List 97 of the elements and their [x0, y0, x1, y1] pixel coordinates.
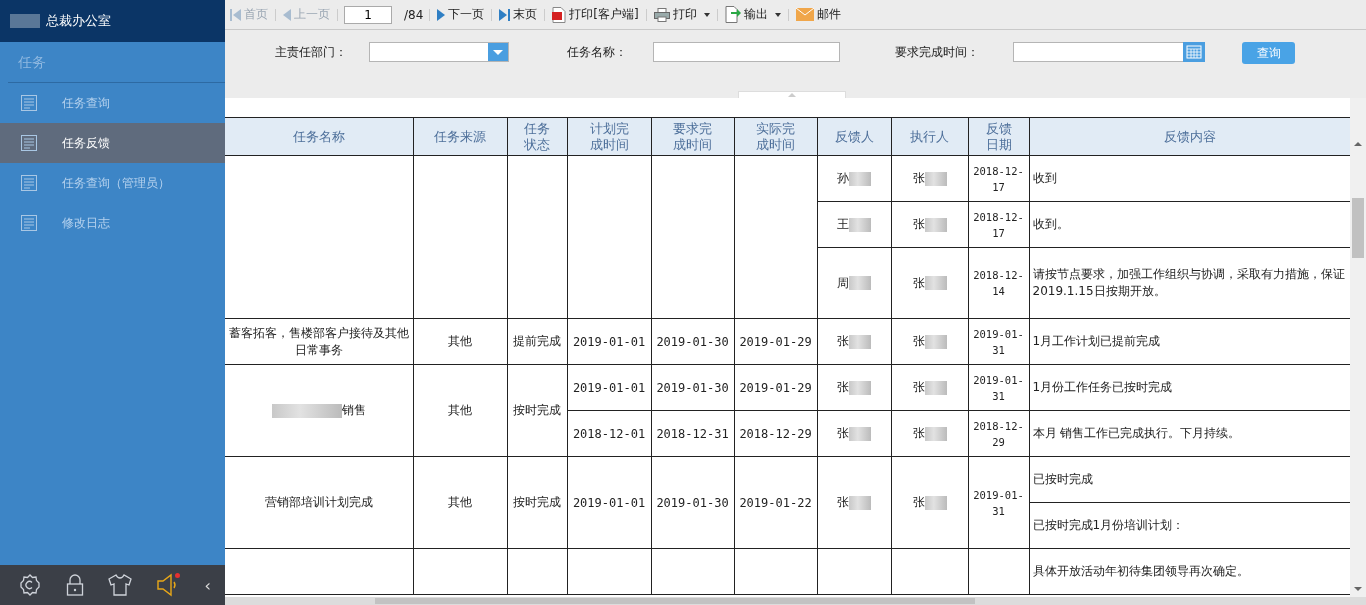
- task-status: 按时完成: [513, 495, 561, 509]
- page-number-field[interactable]: 1: [344, 5, 392, 24]
- column-header: 反馈人: [834, 128, 874, 145]
- print-button[interactable]: 打印: [652, 4, 711, 25]
- task-name-field[interactable]: [653, 42, 840, 62]
- feedback-text: 请按节点要求，加强工作组织与协调，采取有力措施，保证2019.1.15日按期开放。: [1032, 267, 1345, 298]
- date-text: 2018-12-29: [739, 426, 812, 441]
- person-name: 王: [837, 217, 849, 231]
- person-name: 张: [912, 495, 925, 509]
- date-text: 2019-01-30: [656, 495, 729, 510]
- feedback-text: 已按时完成1月份培训计划：: [1032, 518, 1185, 532]
- filter-label: 任务名称：: [567, 43, 627, 61]
- date-text: 2018-12-01: [572, 426, 646, 441]
- collapse-toggle[interactable]: ‹: [204, 575, 211, 595]
- last-page-icon: [499, 8, 511, 21]
- office-title: 总裁办公室: [46, 12, 111, 30]
- person-name: 张: [912, 275, 925, 290]
- date-text: 2019-01-01: [572, 380, 646, 395]
- pdf-button[interactable]: 打印[客户端]: [551, 4, 640, 25]
- date-text: 2019-01-22: [739, 495, 812, 510]
- date-text: 2019-01-31: [973, 326, 1024, 358]
- document-icon: [20, 94, 38, 112]
- date-field[interactable]: [1013, 42, 1205, 62]
- filter-label: 主责任部门：: [275, 43, 347, 61]
- date-text: 2019-01-01: [572, 334, 646, 349]
- person-name: 张: [837, 495, 849, 509]
- person-name: 张: [837, 334, 849, 348]
- feedback-text: 收到。: [1032, 217, 1069, 231]
- person-name: 张: [912, 217, 925, 231]
- column-header: 计划完成时间: [589, 120, 629, 153]
- horizontal-scrollbar[interactable]: [225, 597, 1366, 605]
- document-icon: [20, 174, 38, 192]
- feedback-text: 已按时完成: [1032, 472, 1093, 486]
- date-text: 2018-12-14: [973, 268, 1024, 299]
- feedback-text: 收到: [1032, 171, 1057, 185]
- task-status: 提前完成: [513, 334, 561, 348]
- export-icon: [724, 6, 741, 23]
- settings-icon[interactable]: [18, 573, 43, 597]
- date-text: 2019-01-31: [973, 487, 1024, 519]
- date-text: 2019-01-30: [656, 334, 729, 349]
- feedback-text: 1月份工作任务已按时完成: [1032, 380, 1173, 394]
- date-text: 2018-12-17: [973, 209, 1024, 241]
- person-name: 张: [912, 334, 925, 348]
- person-name: 周: [837, 275, 849, 290]
- date-text: 2019-01-29: [739, 334, 812, 349]
- person-name: 孙: [837, 171, 849, 185]
- feedback-text: 本月 销售工作已完成执行。下月持续。: [1032, 426, 1241, 440]
- sidebar-item[interactable]: 任务反馈: [0, 123, 225, 163]
- date-text: 2018-12-17: [973, 163, 1024, 195]
- task-source: 其他: [448, 334, 472, 348]
- column-header: 反馈内容: [1163, 128, 1216, 145]
- date-text: 2019-01-30: [656, 380, 729, 395]
- feedback-text: 具体开放活动年初待集团领导再次确定。: [1032, 564, 1249, 578]
- date-text: 2018-12-31: [656, 426, 729, 441]
- person-name: 张: [837, 426, 849, 440]
- task-source: 其他: [448, 495, 472, 509]
- calendar-icon: [1183, 42, 1205, 62]
- task-status: 按时完成: [513, 403, 561, 417]
- department-select[interactable]: [369, 42, 509, 62]
- column-header: 任务状态: [524, 120, 550, 153]
- vertical-scrollbar[interactable]: [1350, 98, 1366, 597]
- dropdown-icon: [488, 43, 508, 61]
- page-total: /84: [404, 7, 424, 22]
- date-text: 2019-01-29: [739, 380, 812, 395]
- task-source: 其他: [448, 403, 472, 417]
- printer-icon: [653, 7, 670, 22]
- filter-label: 要求完成时间：: [895, 43, 979, 61]
- person-name: 张: [912, 380, 925, 394]
- column-header: 反馈日期: [985, 120, 1012, 153]
- feedback-text: 1月工作计划已提前完成: [1032, 334, 1161, 348]
- column-header: 实际完成时间: [756, 120, 795, 153]
- person-name: 张: [837, 380, 849, 394]
- date-text: 2018-12-29: [973, 418, 1024, 450]
- task-name: 销售: [341, 403, 366, 417]
- column-header: 要求完成时间: [673, 120, 712, 153]
- column-header: 执行人: [910, 128, 949, 145]
- next-icon: [437, 8, 446, 21]
- person-name: 张: [912, 426, 925, 440]
- task-name: 蓄客拓客，售楼部客户接待及其他日常事务: [228, 325, 409, 357]
- task-name: 营销部培训计划完成: [264, 495, 373, 509]
- mail-button[interactable]: 邮件: [794, 4, 842, 25]
- shirt-icon[interactable]: [108, 574, 133, 596]
- date-text: 2019-01-31: [973, 372, 1024, 404]
- first-page-icon: [230, 8, 241, 21]
- lock-icon[interactable]: [66, 573, 85, 597]
- document-icon: [20, 134, 38, 152]
- person-name: 张: [912, 171, 925, 185]
- next-button[interactable]: 下一页: [436, 4, 486, 25]
- column-header: 任务名称: [292, 128, 345, 145]
- previous-icon: [283, 8, 291, 21]
- export-button[interactable]: 输出: [723, 4, 782, 25]
- column-header: 任务来源: [434, 128, 486, 145]
- last-button[interactable]: 末页: [498, 4, 539, 25]
- pdf-icon: [552, 6, 567, 23]
- document-icon: [20, 214, 38, 232]
- date-text: 2019-01-01: [572, 495, 646, 510]
- mail-icon: [795, 8, 814, 21]
